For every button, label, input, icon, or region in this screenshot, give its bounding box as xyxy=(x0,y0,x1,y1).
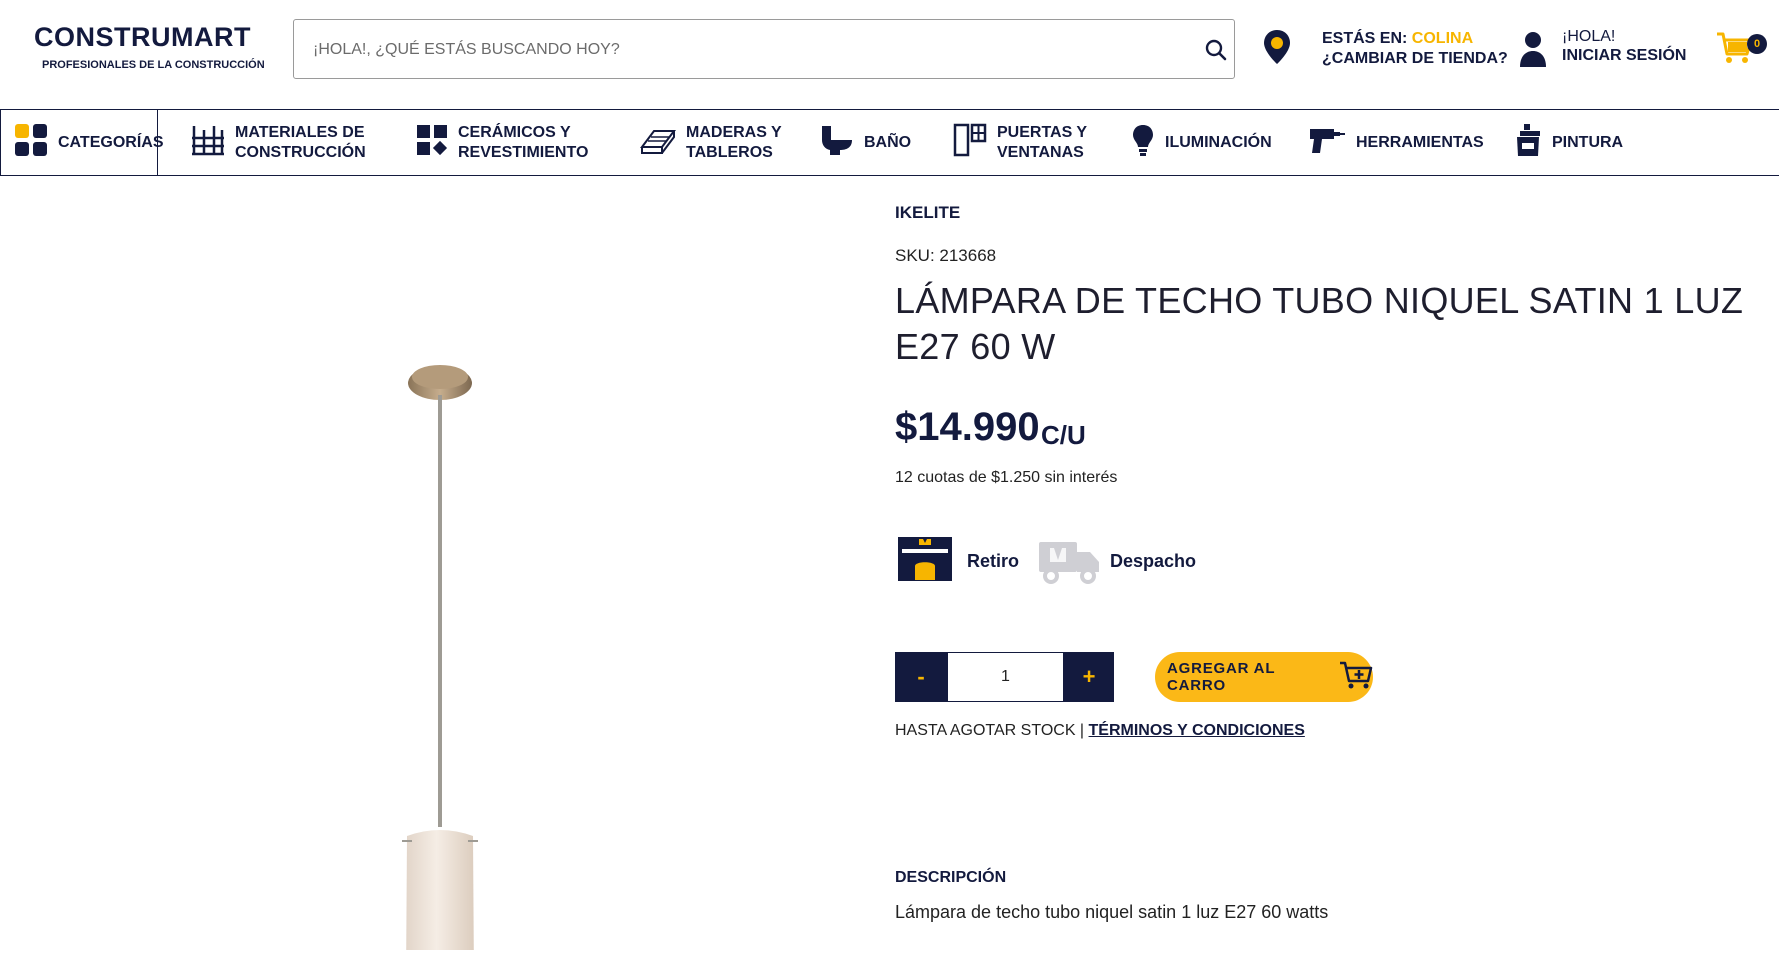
delivery-label: Despacho xyxy=(1110,551,1197,571)
pickup-label: Retiro xyxy=(967,551,1020,571)
nav-categories[interactable]: CATEGORÍAS xyxy=(14,109,163,176)
user-icon[interactable] xyxy=(1518,30,1548,73)
description-text: Lámpara de techo tubo niquel satin 1 luz… xyxy=(895,902,1329,922)
nav-item-herramientas[interactable]: HERRAMIENTAS xyxy=(1308,109,1484,176)
door-window-icon xyxy=(953,123,987,163)
store-prefix: ESTÁS EN: xyxy=(1322,30,1412,47)
wood-planks-icon xyxy=(640,125,676,161)
lightbulb-icon xyxy=(1131,123,1155,163)
nav-item-label: ILUMINACIÓN xyxy=(1165,133,1272,151)
nav-item-bano[interactable]: BAÑO xyxy=(820,109,911,176)
nav-item-materiales[interactable]: MATERIALES DE CONSTRUCCIÓN xyxy=(191,109,366,176)
nav-item-label: MADERAS Y TABLEROS xyxy=(686,123,782,161)
paint-can-icon xyxy=(1514,123,1542,163)
store-name: COLINA xyxy=(1411,30,1474,47)
nav-item-label: PINTURA xyxy=(1552,133,1624,151)
product-sku: SKU: 213668 xyxy=(895,246,997,265)
nav-categories-label: CATEGORÍAS xyxy=(58,133,164,151)
search-placeholder: ¡HOLA!, ¿QUÉ ESTÁS BUSCANDO HOY? xyxy=(313,41,620,58)
cart-count-badge: 0 xyxy=(1747,34,1767,54)
installments-text: 12 cuotas de $1.250 sin interés xyxy=(895,469,1118,486)
nav-item-label: PUERTAS Y VENTANAS xyxy=(997,123,1088,161)
qty-decrement-button[interactable]: - xyxy=(895,652,947,702)
logo[interactable]: CONSTRUMART xyxy=(34,22,251,53)
product-title: LÁMPARA DE TECHO TUBO NIQUEL SATIN 1 LUZ… xyxy=(895,280,1744,367)
stock-notice: HASTA AGOTAR STOCK | TÉRMINOS Y CONDICIO… xyxy=(895,722,1305,740)
nav-item-pintura[interactable]: PINTURA xyxy=(1514,109,1623,176)
stock-text: HASTA AGOTAR STOCK | xyxy=(895,722,1089,739)
store-pickup-icon xyxy=(897,536,953,587)
add-to-cart-label: AGREGAR AL CARRO xyxy=(1167,660,1276,694)
nav-item-maderas[interactable]: MADERAS Y TABLEROS xyxy=(640,109,782,176)
nav-item-label: HERRAMIENTAS xyxy=(1356,133,1484,151)
nav-item-puertas[interactable]: PUERTAS Y VENTANAS xyxy=(953,109,1087,176)
toilet-icon xyxy=(820,124,854,162)
qty-increment-button[interactable]: + xyxy=(1064,652,1114,702)
nav-item-iluminacion[interactable]: ILUMINACIÓN xyxy=(1131,109,1272,176)
tiles-icon xyxy=(416,124,448,162)
greeting: ¡HOLA! xyxy=(1562,28,1616,45)
logo-tagline: PROFESIONALES DE LA CONSTRUCCIÓN xyxy=(42,59,265,71)
terms-link[interactable]: TÉRMINOS Y CONDICIONES xyxy=(1089,722,1305,739)
description-heading: DESCRIPCIÓN xyxy=(895,869,1007,886)
add-to-cart-button[interactable]: AGREGAR AL CARRO xyxy=(1155,652,1373,702)
price-unit: C/U xyxy=(1041,420,1086,450)
scaffold-icon xyxy=(191,124,225,162)
product-price: $14.990 xyxy=(895,405,1040,449)
nav-item-label: CERÁMICOS Y REVESTIMIENTO xyxy=(458,123,589,161)
change-store-link[interactable]: ¿CAMBIAR DE TIENDA? xyxy=(1322,50,1508,68)
cart-plus-icon xyxy=(1339,660,1373,694)
product-image[interactable] xyxy=(74,200,817,966)
nav-item-ceramicos[interactable]: CERÁMICOS Y REVESTIMIENTO xyxy=(416,109,588,176)
login-link[interactable]: INICIAR SESIÓN xyxy=(1562,47,1686,65)
grid-icon xyxy=(14,123,48,163)
location-pin-icon[interactable] xyxy=(1262,28,1292,71)
drill-icon xyxy=(1308,125,1346,161)
product-brand[interactable]: IKELITE xyxy=(895,203,960,223)
nav-item-label: MATERIALES DE CONSTRUCCIÓN xyxy=(235,123,366,161)
nav-item-label: BAÑO xyxy=(864,133,912,151)
delivery-truck-icon xyxy=(1038,540,1100,589)
current-store[interactable]: ESTÁS EN: COLINA xyxy=(1322,30,1473,48)
quantity-input[interactable] xyxy=(947,652,1064,702)
search-icon[interactable] xyxy=(1204,38,1228,67)
